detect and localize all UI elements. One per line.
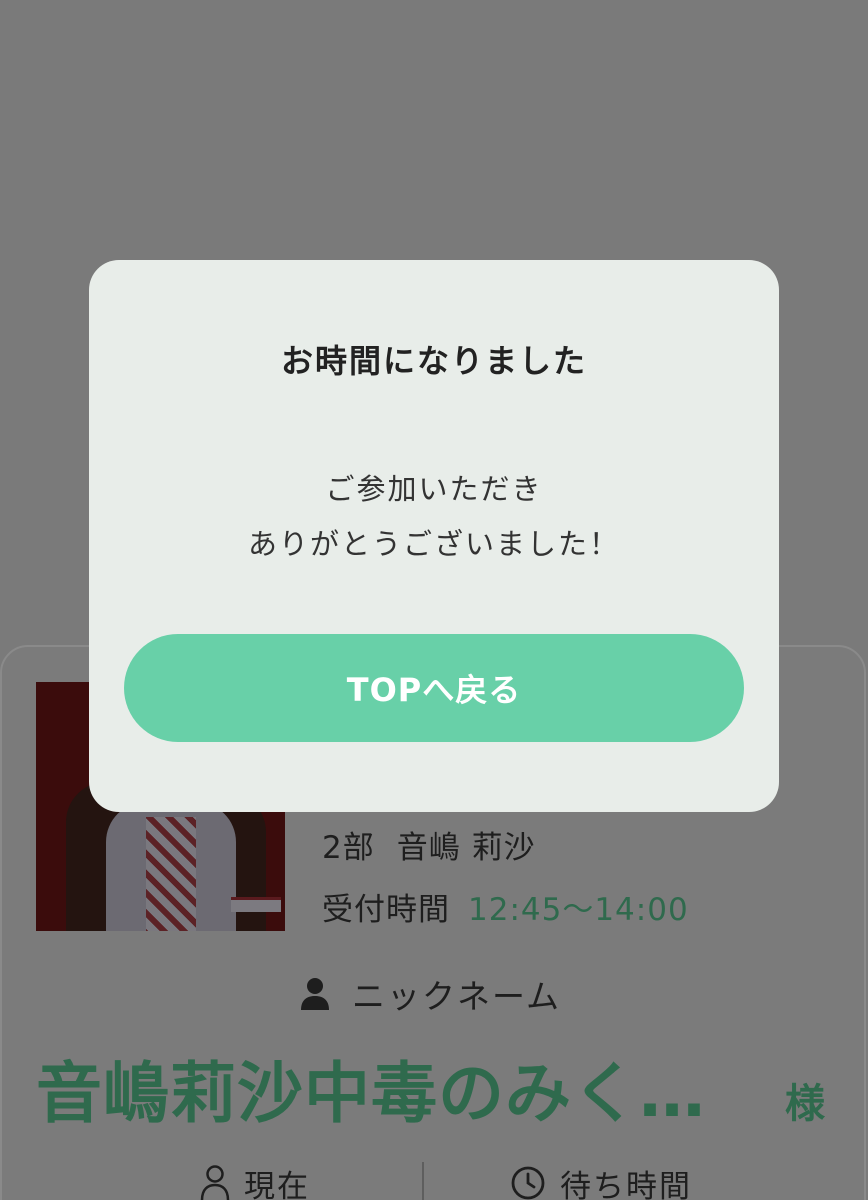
person-icon: [200, 1165, 230, 1200]
reception-label: 受付時間: [322, 892, 450, 928]
current-position: 現在: [200, 1163, 310, 1200]
wait-time: 待ち時間: [510, 1163, 692, 1200]
photo-detail: [231, 897, 281, 912]
dialog-message-line1: ご参加いただき: [325, 472, 543, 506]
stat-divider: [422, 1162, 424, 1200]
honorific: 様: [785, 1081, 825, 1127]
user-nickname: 音嶋莉沙中毒のみく…: [36, 1055, 706, 1132]
reception-time: 12:45〜14:00: [468, 892, 689, 928]
back-to-top-button[interactable]: TOPへ戻る: [124, 634, 744, 742]
wait-label: 待ち時間: [560, 1168, 692, 1200]
dialog-title: お時間になりました: [280, 342, 587, 380]
dialog-message-line2: ありがとうございました！: [247, 527, 620, 561]
event-info: 2部 音嶋 莉沙: [322, 822, 536, 867]
nickname-label: ニックネーム: [352, 977, 562, 1016]
event-part: 2部: [322, 830, 375, 866]
nickname-header: ニックネーム: [300, 972, 561, 1016]
member-name: 音嶋 莉沙: [396, 830, 536, 866]
photo-detail: [146, 817, 196, 931]
person-icon: [301, 978, 329, 1010]
screen: 2部 音嶋 莉沙 受付時間 12:45〜14:00 ニックネーム 音嶋莉沙中毒のみく…: [0, 0, 868, 1200]
current-label: 現在: [244, 1168, 310, 1200]
clock-icon: [511, 1166, 545, 1200]
reception-time-row: 受付時間 12:45〜14:00: [322, 884, 689, 929]
